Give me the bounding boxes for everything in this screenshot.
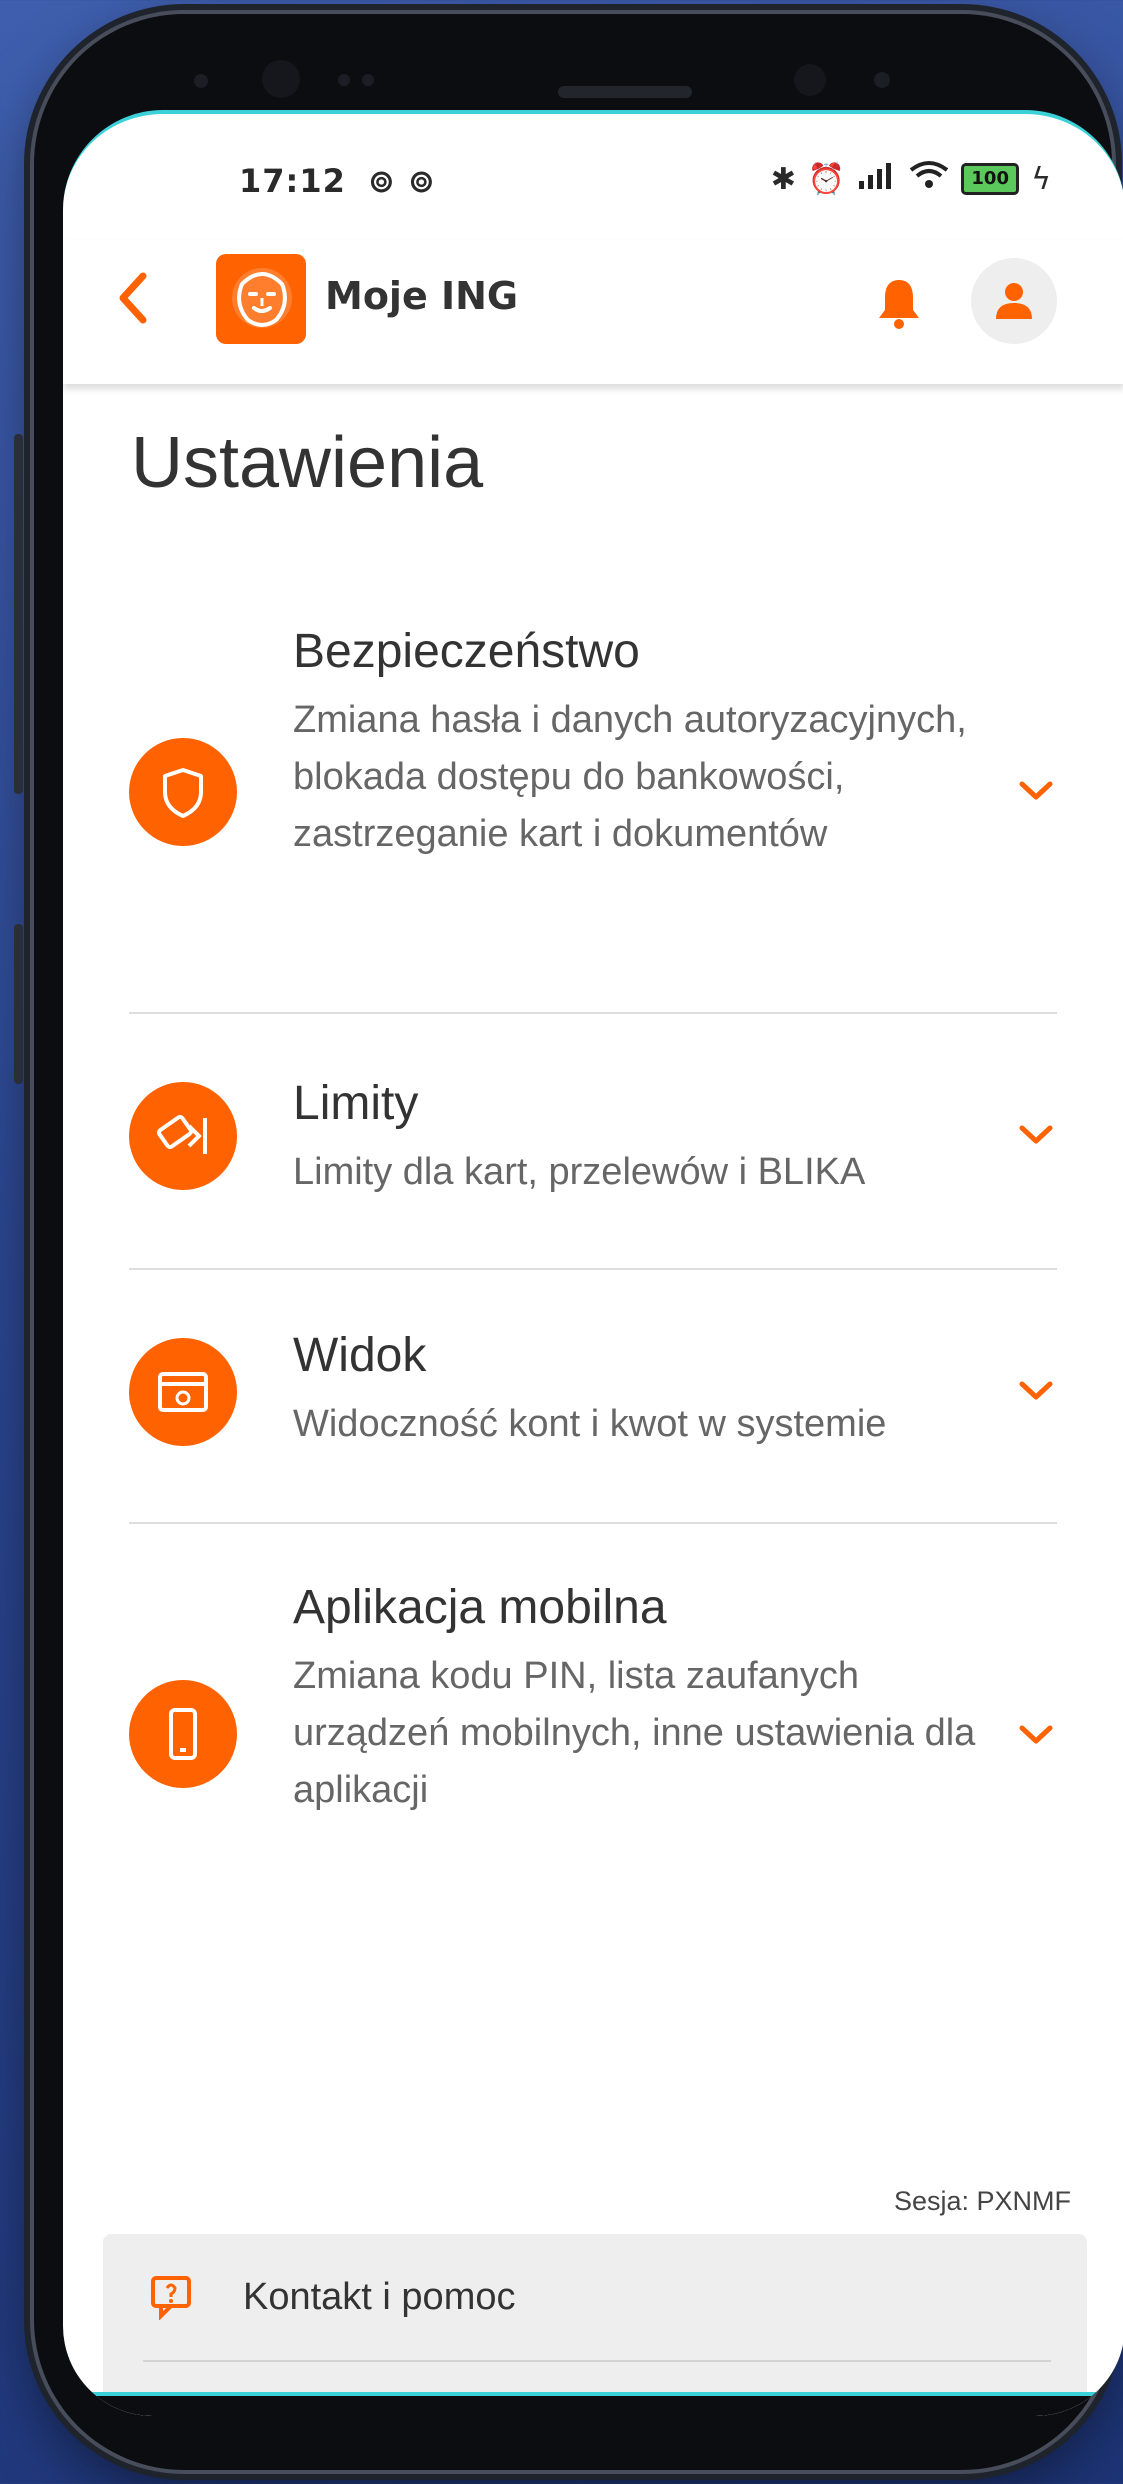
chevron-down-icon [1019, 781, 1053, 800]
view-settings-icon [129, 1338, 237, 1446]
page-title: Ustawienia [131, 423, 484, 503]
sensor-dot [874, 72, 890, 88]
card-limit-icon [129, 1082, 237, 1190]
settings-item-title: Aplikacja mobilna [293, 1581, 667, 1634]
notification-icon: ⊚ [368, 162, 396, 200]
divider [129, 1522, 1057, 1524]
divider [129, 1012, 1057, 1014]
settings-item-description: Zmiana hasła i danych autoryzacyjnych, b… [293, 699, 967, 855]
shield-icon [129, 738, 237, 846]
divider [143, 2360, 1051, 2362]
settings-item-limits[interactable]: Limity Limity dla kart, przelewów i BLIK… [63, 1076, 1123, 1256]
settings-item-description: Widoczność kont i kwot w systemie [293, 1403, 887, 1445]
wifi-icon [909, 160, 949, 198]
back-button[interactable] [111, 268, 155, 328]
ing-lion-logo [216, 254, 306, 344]
session-id: Sesja: PXNMF [893, 2186, 1071, 2216]
notifications-button[interactable] [873, 274, 925, 330]
divider [129, 1268, 1057, 1270]
help-chat-icon [151, 2276, 191, 2320]
footer-item-label: Kontakt i pomoc [243, 2276, 516, 2318]
notification-icon: ⊚ [407, 162, 436, 200]
settings-item-title: Bezpieczeństwo [293, 625, 640, 678]
charging-icon: ϟ [1031, 161, 1051, 197]
settings-item-title: Widok [293, 1329, 427, 1382]
status-icons: ✱ ⏰ 100 ϟ [771, 160, 1051, 198]
footer-item-contact-help[interactable]: Kontakt i pomoc [103, 2234, 1087, 2360]
chevron-down-icon [1019, 1381, 1053, 1400]
settings-item-description: Zmiana kodu PIN, lista zaufanych urządze… [293, 1655, 976, 1811]
footer-menu: Kontakt i pomoc [103, 2234, 1087, 2416]
settings-item-security[interactable]: Bezpieczeństwo Zmiana hasła i danych aut… [63, 624, 1123, 1000]
chevron-down-icon [1019, 1725, 1053, 1744]
battery-icon: 100 [961, 163, 1020, 195]
earpiece-speaker [558, 86, 692, 98]
app-screen: 17:12 ⊚ ⊚ ✱ ⏰ 100 ϟ Moje ING Ustawienia … [63, 110, 1123, 2416]
app-bar: Moje ING [63, 240, 1123, 384]
sensor-dot [362, 74, 374, 86]
front-camera [262, 60, 300, 98]
sensor-dot [194, 74, 208, 88]
chevron-down-icon [1019, 1125, 1053, 1144]
settings-item-view[interactable]: Widok Widoczność kont i kwot w systemie [63, 1328, 1123, 1508]
chevron-left-icon [119, 272, 147, 324]
signal-icon [857, 161, 897, 197]
settings-item-mobile-app[interactable]: Aplikacja mobilna Zmiana kodu PIN, lista… [63, 1580, 1123, 1880]
bell-icon [879, 280, 919, 329]
profile-button[interactable] [971, 258, 1057, 344]
volume-button [14, 434, 23, 794]
alarm-icon: ⏰ [807, 161, 846, 197]
status-time: 17:12 ⊚ ⊚ [239, 162, 436, 200]
bluetooth-icon: ✱ [770, 161, 796, 197]
settings-item-title: Limity [293, 1077, 419, 1130]
mobile-phone-icon [129, 1680, 237, 1788]
screen-bottom-edge [63, 2392, 1123, 2416]
app-title: Moje ING [325, 274, 519, 318]
proximity-sensor [794, 64, 826, 96]
power-button [14, 924, 23, 1084]
settings-item-description: Limity dla kart, przelewów i BLIKA [293, 1151, 866, 1193]
status-time-text: 17:12 [239, 162, 346, 200]
user-icon [996, 283, 1032, 319]
sensor-dot [338, 74, 350, 86]
status-bar: 17:12 ⊚ ⊚ ✱ ⏰ 100 ϟ [63, 114, 1123, 240]
